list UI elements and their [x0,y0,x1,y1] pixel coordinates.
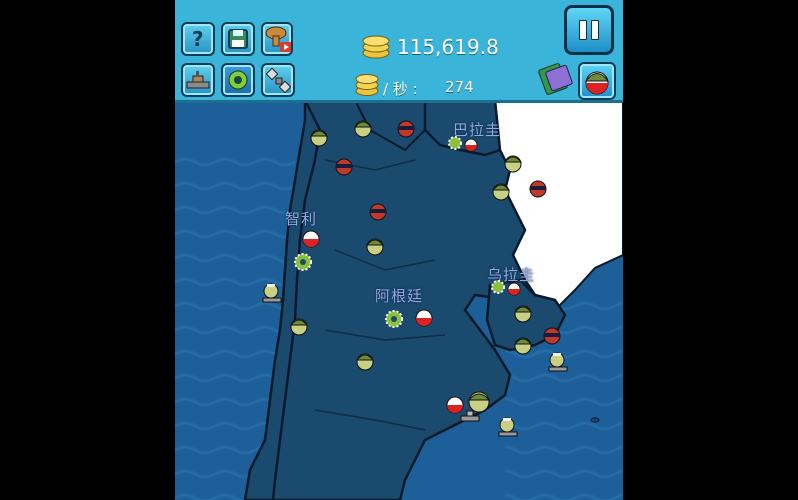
soldier-unit-icon[interactable] [513,302,533,324]
soldier-unit-icon[interactable] [289,315,309,337]
island [590,417,600,423]
shield-emblem-icon [228,70,248,90]
nuclear-explosion-icon [265,26,291,52]
navy-unit-icon[interactable] [261,283,283,305]
coin-stack-icon [355,74,379,96]
label-argentina: 阿根廷 [375,287,424,305]
player-country-button[interactable] [578,62,616,100]
gear-icon[interactable] [294,253,312,271]
soldier-unit-icon[interactable] [309,126,329,148]
game-screen: 巴拉圭 智利 阿根廷 乌拉圭 ? 115,619.8 / 秒: 274 [175,0,623,500]
battleship-icon [186,71,210,89]
spy-unit-icon[interactable] [541,327,563,345]
navy-button[interactable] [181,63,215,97]
floppy-disk-icon [228,29,248,49]
navy-unit-icon[interactable] [459,406,481,424]
nuke-video-button[interactable] [261,22,293,56]
soldier-unit-icon[interactable] [355,350,375,372]
enemy-flag-icon[interactable] [302,230,320,248]
soldier-unit-icon[interactable] [365,235,385,257]
gear-icon[interactable] [385,310,403,328]
navy-unit-icon[interactable] [497,417,519,439]
soldier-unit-icon[interactable] [513,334,533,356]
spy-unit-icon[interactable] [333,158,355,176]
coin-stack-icon [362,35,390,59]
income-value: 274 [445,78,474,96]
gear-icon[interactable] [491,280,505,294]
defense-button[interactable] [221,63,255,97]
player-soldier-icon [585,71,609,95]
money-total: 115,619.8 [397,35,499,59]
satellite-icon [265,67,291,93]
enemy-flag-icon[interactable] [464,138,478,152]
soldier-unit-icon[interactable] [491,180,511,202]
soldier-unit-icon[interactable] [503,152,523,174]
label-chile: 智利 [285,210,318,228]
svg-text:?: ? [192,28,204,50]
pause-button[interactable] [564,5,614,55]
satellite-button[interactable] [261,63,295,97]
spy-unit-icon[interactable] [395,120,417,138]
cards-icon[interactable] [538,60,574,96]
save-button[interactable] [221,22,255,56]
enemy-flag-icon[interactable] [415,309,433,327]
question-icon: ? [192,28,204,50]
spy-unit-icon[interactable] [527,180,549,198]
help-button[interactable]: ? [181,22,215,56]
navy-unit-icon[interactable] [547,352,569,374]
soldier-unit-icon[interactable] [353,117,373,139]
gear-icon[interactable] [448,136,462,150]
enemy-flag-icon[interactable] [507,282,521,296]
income-label: / 秒 : [383,80,418,98]
pause-icon [579,20,587,40]
spy-unit-icon[interactable] [367,203,389,221]
top-hud: ? 115,619.8 / 秒 : 274 [175,0,623,103]
